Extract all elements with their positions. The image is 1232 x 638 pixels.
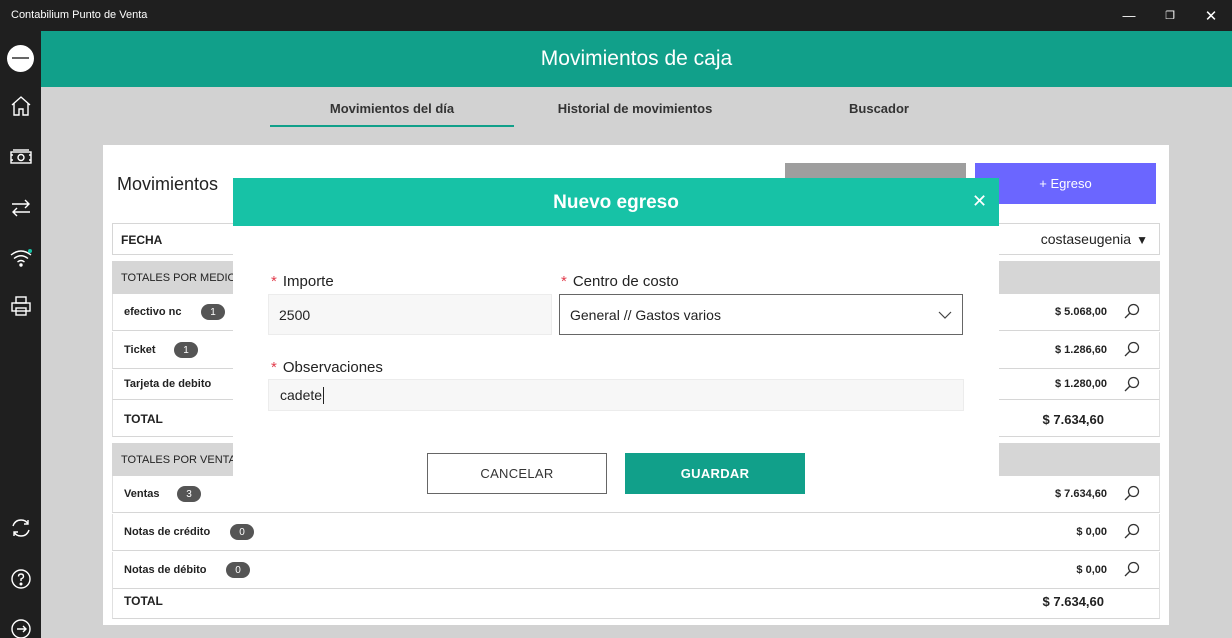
dialog-title: Nuevo egreso (553, 192, 679, 213)
tab-historial-de-movimientos[interactable]: Historial de movimientos (513, 101, 757, 116)
fecha-label: FECHA (121, 233, 163, 247)
observaciones-label-text: Observaciones (282, 359, 383, 376)
total-label: TOTAL (124, 594, 163, 608)
importe-input[interactable]: 2500 (268, 294, 552, 335)
search-icon[interactable] (1123, 522, 1141, 540)
row-amount: $ 0,00 (1076, 526, 1107, 538)
save-button[interactable]: GUARDAR (625, 453, 805, 494)
row-name: Ticket (124, 344, 156, 356)
count-badge: 1 (174, 342, 198, 358)
row-amount: $ 7.634,60 (1055, 488, 1107, 500)
minimize-button[interactable]: — (1106, 0, 1152, 31)
wifi-icon[interactable] (8, 245, 34, 271)
count-badge: 1 (201, 304, 225, 320)
importe-label: * Importe (271, 273, 334, 290)
user-selector[interactable]: costaseugenia (1041, 231, 1131, 247)
window-title: Contabilium Punto de Venta (11, 9, 148, 21)
tab-buscador[interactable]: Buscador (757, 101, 1001, 116)
printer-icon[interactable] (8, 293, 34, 319)
total-amount: $ 7.634,60 (1042, 412, 1104, 427)
cancel-button[interactable]: CANCELAR (427, 453, 607, 494)
search-icon[interactable] (1123, 302, 1141, 320)
active-tab-indicator (270, 125, 514, 127)
row-name: Ventas (124, 488, 160, 500)
left-nav-rail (0, 31, 41, 638)
nuevo-egreso-dialog: Nuevo egreso ✕ * Importe 2500 * Centro de … (233, 178, 999, 512)
egreso-button[interactable]: + Egreso (975, 163, 1156, 204)
row-amount: $ 5.068,00 (1055, 306, 1107, 318)
page-header: Movimientos de caja (41, 31, 1232, 87)
page-title: Movimientos de caja (540, 47, 733, 70)
count-badge: 3 (177, 486, 201, 502)
card-title: Movimientos (117, 174, 219, 194)
chevron-down-icon (938, 311, 952, 319)
dialog-header: Nuevo egreso ✕ (233, 178, 999, 226)
sync-icon[interactable] (8, 515, 34, 541)
row-name: Notas de crédito (124, 526, 211, 538)
importe-value: 2500 (279, 306, 311, 323)
close-window-button[interactable]: ✕ (1188, 0, 1232, 31)
transfer-arrows-icon[interactable] (8, 195, 34, 221)
section-label: TOTALES POR MEDIO D (121, 272, 248, 284)
dialog-close-icon[interactable]: ✕ (972, 191, 987, 212)
search-icon[interactable] (1123, 340, 1141, 358)
centro-costo-label-text: Centro de costo (572, 273, 679, 290)
observaciones-input[interactable]: cadete (268, 379, 964, 411)
required-marker: * (561, 273, 567, 290)
home-icon[interactable] (8, 93, 34, 119)
row-name: Tarjeta de debito (124, 378, 212, 390)
table-row: Notas de crédito 0 $ 0,00 (112, 514, 1160, 551)
section-label: TOTALES POR VENTA (121, 454, 236, 466)
help-icon[interactable] (8, 566, 34, 592)
total-label: TOTAL (124, 412, 163, 426)
cash-icon[interactable] (8, 144, 34, 170)
importe-label-text: Importe (282, 273, 334, 290)
total-amount: $ 7.634,60 (1042, 594, 1104, 609)
text-cursor (323, 386, 325, 404)
observaciones-value: cadete (280, 387, 323, 403)
centro-costo-select[interactable]: General // Gastos varios (559, 294, 963, 335)
search-icon[interactable] (1123, 375, 1141, 393)
logout-icon[interactable] (8, 616, 34, 638)
required-marker: * (271, 359, 277, 376)
total-row: TOTAL $ 7.634,60 (112, 582, 1160, 619)
row-amount: $ 1.286,60 (1055, 344, 1107, 356)
centro-costo-value: General // Gastos varios (570, 306, 721, 323)
row-amount: $ 0,00 (1076, 564, 1107, 576)
count-badge: 0 (226, 562, 250, 578)
row-amount: $ 1.280,00 (1055, 378, 1107, 390)
count-badge: 0 (230, 524, 254, 540)
row-name: Notas de débito (124, 564, 207, 576)
app-logo (7, 45, 34, 72)
row-name: efectivo nc (124, 306, 182, 318)
required-marker: * (271, 273, 277, 290)
search-icon[interactable] (1123, 560, 1141, 578)
search-icon[interactable] (1123, 484, 1141, 502)
tab-bar: Movimientos del día Historial de movimie… (41, 87, 1232, 131)
centro-costo-label: * Centro de costo (561, 273, 679, 290)
observaciones-label: * Observaciones (271, 359, 383, 376)
window-titlebar: Contabilium Punto de Venta — ❐ ✕ (0, 0, 1232, 31)
caret-down-icon[interactable]: ▼ (1136, 233, 1148, 247)
maximize-button[interactable]: ❐ (1147, 0, 1193, 31)
tab-movimientos-del-dia[interactable]: Movimientos del día (270, 101, 514, 116)
